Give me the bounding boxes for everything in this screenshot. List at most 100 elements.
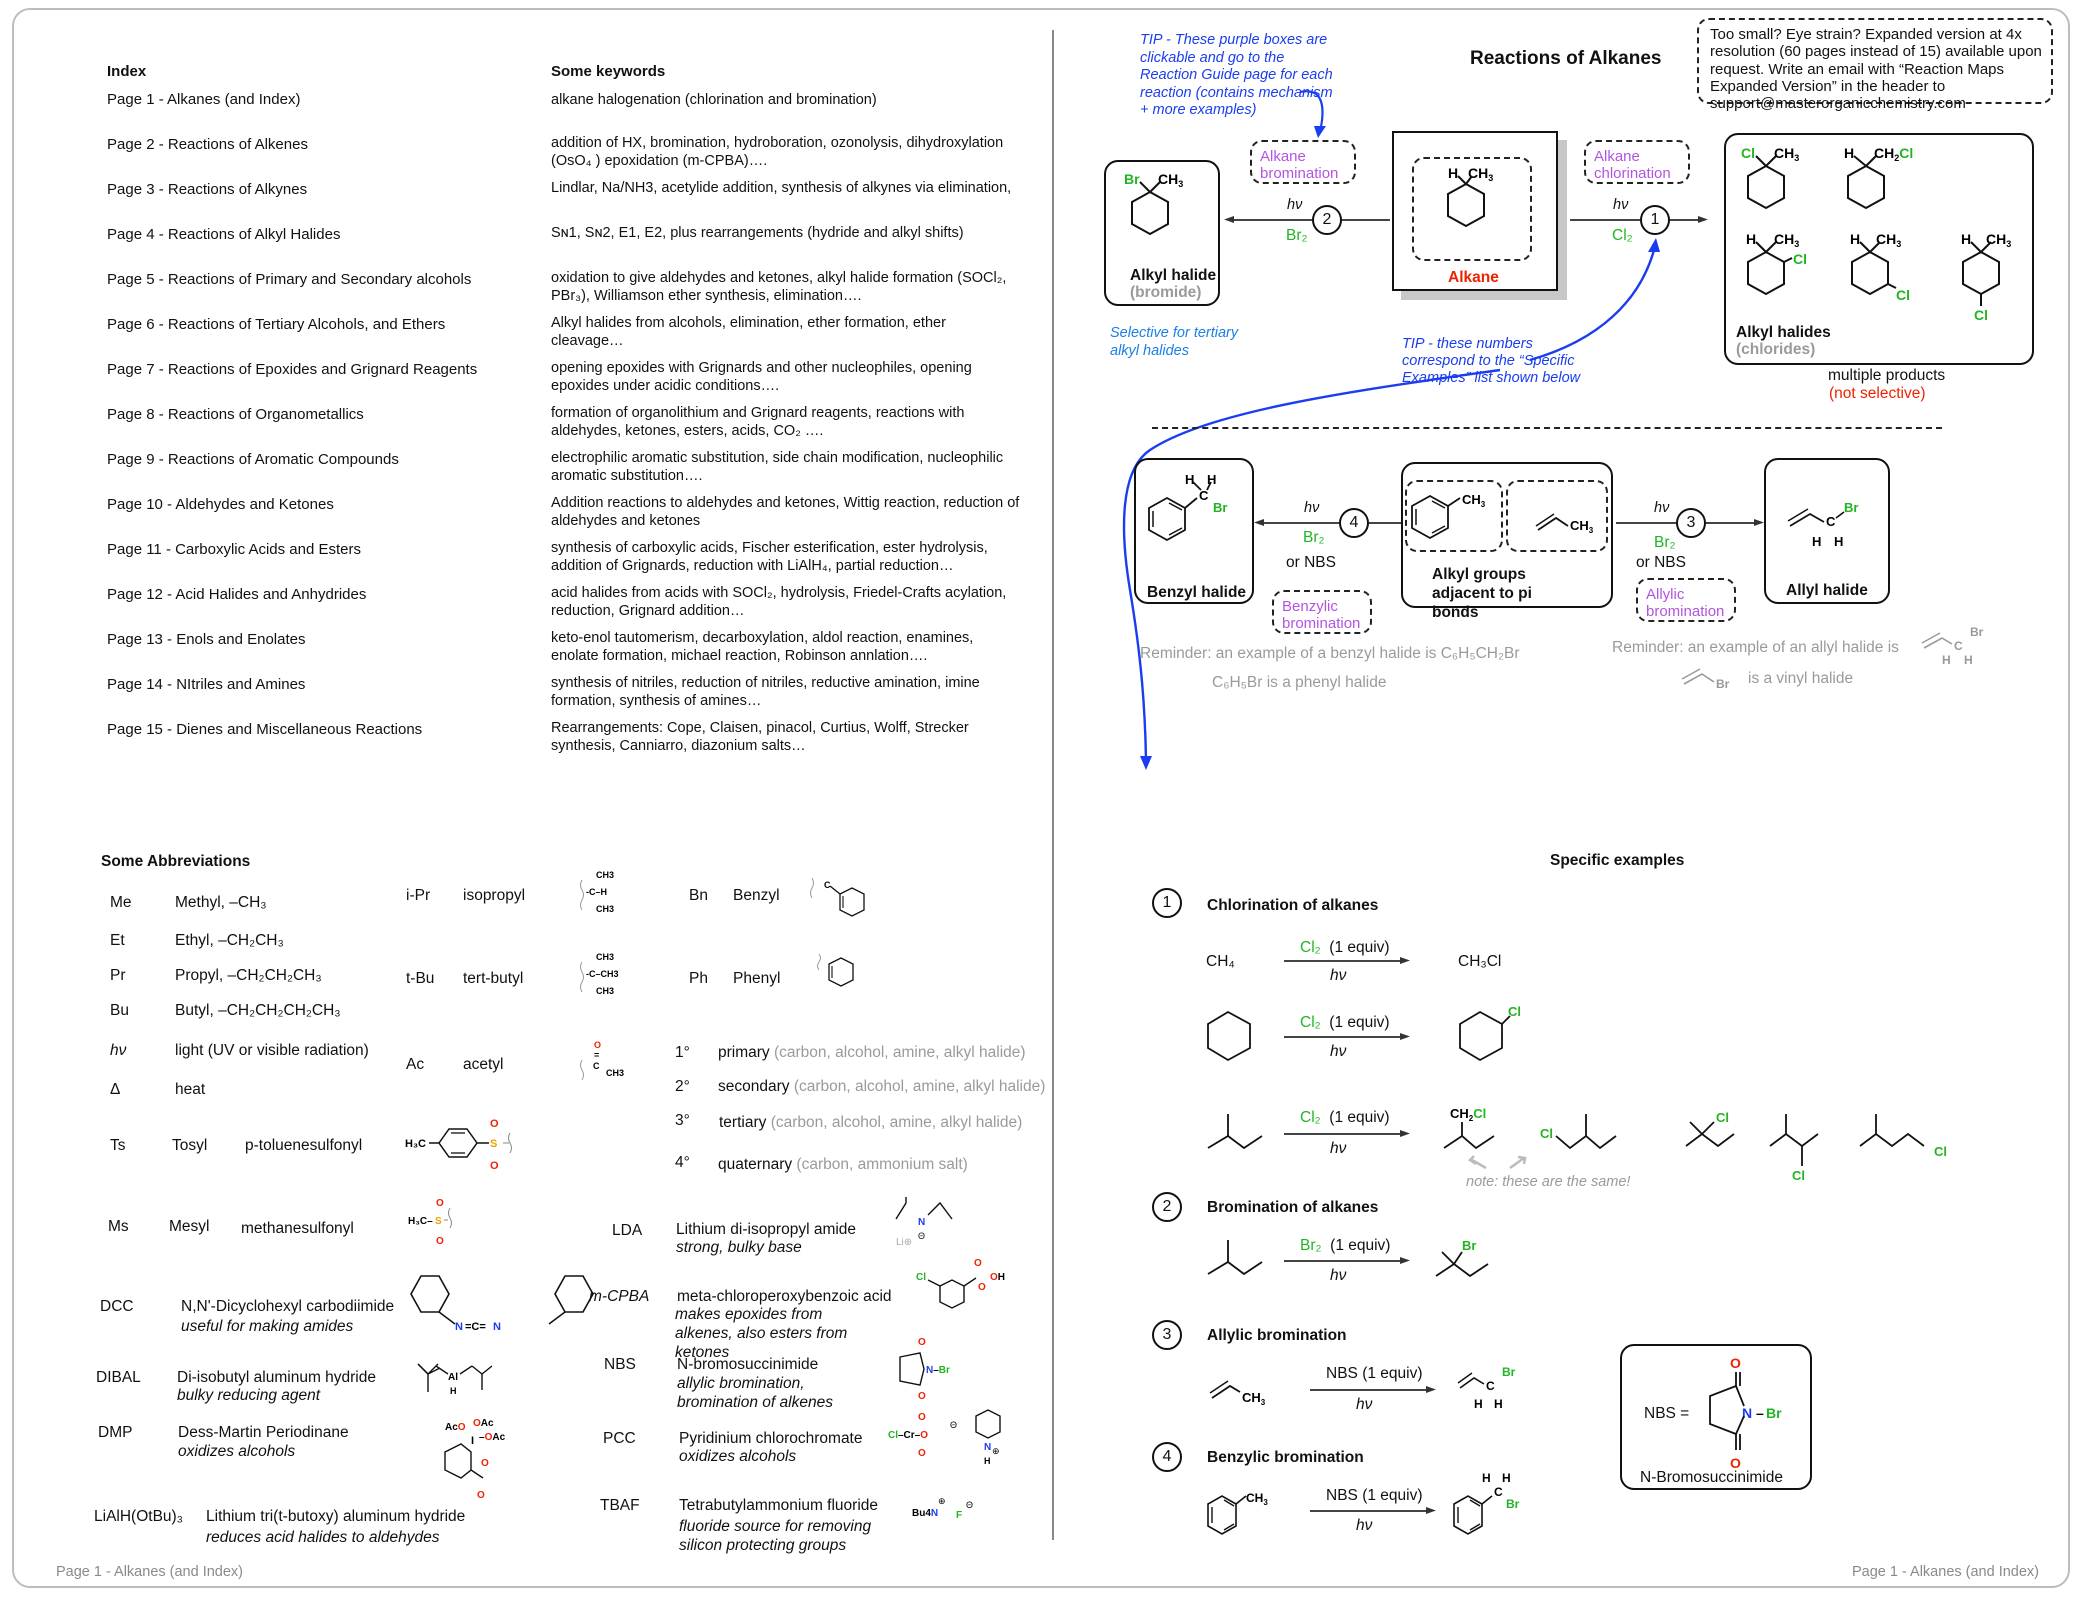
reagent-dibal: DIBAL [96,1369,141,1386]
abbr-ts-name: Tosyl [172,1137,208,1154]
svg-text:H: H [1474,1397,1483,1411]
svg-text:Cl: Cl [1934,1144,1947,1159]
nbs-label: NBS [1326,1365,1358,1382]
abbr-me-meaning: Methyl, –CH₃ [175,894,267,911]
svg-text:H: H [984,1456,991,1466]
benzylic-bromination-link[interactable]: Benzylic bromination [1272,590,1372,634]
chlorocyclohexane-structure: Cl [1459,1004,1521,1062]
hv-1: hν [1330,967,1347,984]
svg-text:Br: Br [1766,1405,1782,1421]
reaction-3-badge[interactable]: 3 [1676,508,1706,538]
cond-cl2-3: Cl₂ (1 equiv) [1300,1108,1390,1127]
tert-bromide-structure: Br [1435,1238,1489,1278]
index-page-link[interactable]: Page 13 - Enols and Enolates [107,631,305,649]
mesyl-structure: H₃C– S O O [408,1198,452,1247]
tbaf-structure: Bu4N ⊕ F Θ [912,1496,973,1521]
reagent-dcc-note: useful for making amides [181,1318,354,1335]
svg-text:CH2Cl: CH2Cl [1874,145,1913,163]
svg-text:CH3: CH3 [1876,231,1901,249]
pi-bonds-text: Alkyl groups adjacent to pi bonds [1432,566,1532,621]
reagent-lialh-otbu: LiAlH(OtBu)₃ [94,1508,183,1525]
reaction-4-arrow [1260,522,1402,524]
svg-text:S: S [435,1216,442,1227]
svg-text:C: C [824,880,831,890]
svg-text:CH3: CH3 [1986,231,2011,249]
svg-text:O: O [918,1448,926,1459]
cond-cl2-2: Cl₂ (1 equiv) [1300,1013,1390,1032]
examples-heading: Specific examples [1550,852,1685,869]
reaction-4-extra: or NBS [1286,553,1336,574]
hv-3: hν [1330,1140,1347,1157]
abbr-hv: hν [110,1042,127,1059]
example-arrow [1310,1510,1430,1512]
dmp-structure: AcO OAc I –OAc O O [444,1418,506,1501]
footer-right: Page 1 - Alkanes (and Index) [1852,1564,2040,1580]
degree-note: (carbon, alcohol, amine, alkyl halide) [773,1044,1026,1061]
svg-text:H: H [1448,165,1458,181]
index-page-link[interactable]: Page 8 - Reactions of Organometallics [107,406,364,424]
index-keywords: Lindlar, Na/NH3, acetylide addition, syn… [551,180,1012,196]
reagent-dmp-name: Dess-Martin Periodinane [178,1424,349,1441]
degree-note: (carbon, alcohol, amine, alkyl halide) [793,1078,1046,1095]
equiv-label: (1 equiv) [1362,1365,1423,1382]
index-page-link[interactable]: Page 6 - Reactions of Tertiary Alcohols,… [107,316,445,334]
svg-text:OH: OH [990,1272,1005,1283]
svg-text:CH3: CH3 [1242,1390,1266,1407]
index-page-link[interactable]: Page 7 - Reactions of Epoxides and Grign… [107,361,477,379]
cond-nbs-1: NBS (1 equiv) [1326,1364,1423,1383]
arrowhead-right-icon [1400,957,1410,964]
svg-text:CH3: CH3 [606,1068,624,1078]
example-1-badge: 1 [1152,888,1182,918]
degree-4-term: quaternary (carbon, ammonium salt) [718,1155,968,1174]
index-keywords: alkane halogenation (chlorination and br… [551,92,877,108]
tert-butyl-structure: CH3 -C–CH3 CH3 [580,952,619,996]
index-page-link[interactable]: Page 12 - Acid Halides and Anhydrides [107,586,366,604]
chlorinated-isomers-structures: Cl CH3 H CH2Cl H CH3 Cl H CH3 Cl H CH3 Cl [1741,145,2011,323]
reagent-nbs: NBS [604,1356,636,1373]
abbr-ms-name: Mesyl [169,1218,210,1235]
benzyl-bromide-product-structure: H HCBr [1453,1471,1520,1535]
svg-text:Cl: Cl [1896,287,1910,303]
equiv-label: (1 equiv) [1329,1109,1390,1126]
index-keywords: Alkyl halides from alcohols, elimination… [551,315,946,349]
index-page-link[interactable]: Page 5 - Reactions of Primary and Second… [107,271,471,289]
index-page-link[interactable]: Page 11 - Carboxylic Acids and Esters [107,541,361,559]
alkyl-chlorides-sub: (chlorides) [1736,341,1816,358]
reaction-3-bottom: Br₂ [1654,534,1676,551]
lda-structure: N Θ Li⊕ [895,1197,953,1248]
hv-4: hν [1330,1267,1347,1284]
abbr-et: Et [110,932,125,949]
index-page-link[interactable]: Page 15 - Dienes and Miscellaneous React… [107,721,422,739]
index-page-link[interactable]: Page 4 - Reactions of Alkyl Halides [107,226,340,244]
alkane-bromination-link[interactable]: Alkane bromination [1250,140,1356,184]
alkane-chlorination-link[interactable]: Alkane chlorination [1584,140,1690,184]
isopropyl-structure: CH3 -C–H CH3 [580,870,614,914]
svg-text:N–Br: N–Br [926,1365,950,1376]
dcc-structure: N =C= N [410,1275,594,1333]
reagent-dcc-name: N,N'-Dicyclohexyl carbodiimide [181,1298,395,1315]
index-page-link[interactable]: Page 1 - Alkanes (and Index) [107,91,300,109]
index-page-link[interactable]: Page 10 - Aldehydes and Ketones [107,496,334,514]
reaction-4-badge[interactable]: 4 [1339,508,1369,538]
arrowhead-right-icon [1400,1130,1410,1137]
svg-text:=C=: =C= [465,1321,486,1333]
svg-text:Br: Br [1124,171,1140,187]
index-keywords: formation of organolithium and Grignard … [551,405,965,439]
svg-text:OAc: OAc [473,1418,494,1429]
svg-text:N: N [918,1217,925,1228]
index-page-link[interactable]: Page 3 - Reactions of Alkynes [107,181,307,199]
allylic-bromination-link[interactable]: Allylic bromination [1636,578,1736,622]
svg-text:F: F [956,1510,962,1521]
isopentane-structure [1207,1240,1263,1276]
equiv-label: (1 equiv) [1362,1487,1423,1504]
reagent-dcc: DCC [100,1298,134,1315]
br2-label: Br₂ [1300,1237,1322,1254]
index-page-link[interactable]: Page 14 - NItriles and Amines [107,676,305,694]
svg-text:Br: Br [1716,677,1730,691]
svg-text:Cl: Cl [1716,1110,1729,1125]
svg-text:H: H [1961,231,1971,247]
hv-5: hν [1356,1396,1373,1413]
index-page-link[interactable]: Page 9 - Reactions of Aromatic Compounds [107,451,399,469]
svg-text:CH3: CH3 [1570,518,1594,535]
index-page-link[interactable]: Page 2 - Reactions of Alkenes [107,136,308,154]
